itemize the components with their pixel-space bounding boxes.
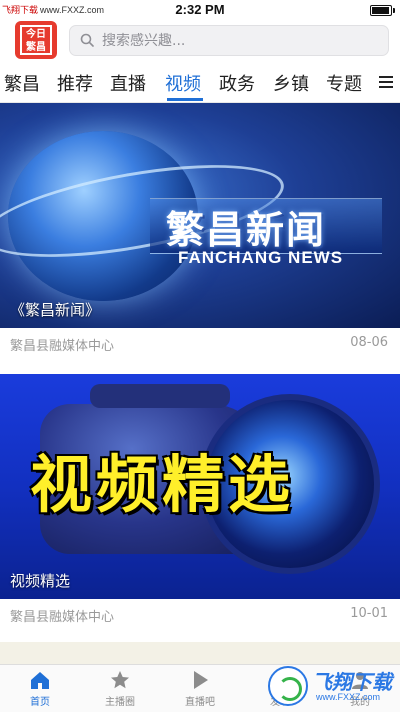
feed-item-partial[interactable] [0,642,400,664]
nav-live-label: 直播吧 [185,697,215,708]
logo-line-1: 今日 [26,29,46,40]
watermark-text: 飞翔下载 [312,670,392,694]
feed-item[interactable]: 视频精选 视频精选 繁昌县融媒体中心 10-01 [0,374,400,629]
nav-live[interactable]: 直播吧 [160,669,240,708]
logo-line-2: 繁昌 [26,42,46,53]
nav-home-label: 首页 [30,697,50,708]
video-meta: 繁昌县融媒体中心 10-01 [0,599,400,629]
menu-icon[interactable] [379,76,393,88]
watermark-logo-icon [268,666,308,706]
tab-towns[interactable]: 乡镇 [273,70,309,96]
thumbnail-heading-cn: 繁昌新闻 [166,207,327,252]
category-tabs: 繁昌 推荐 直播 视频 政务 乡镇 专题 [0,62,400,103]
video-title: 视频精选 [10,572,71,590]
video-source: 繁昌县融媒体中心 [10,339,115,354]
video-title: 《繁昌新闻》 [10,301,101,319]
video-date: 08-06 [350,335,388,350]
nav-anchors[interactable]: 主播圈 [80,669,160,708]
tab-recommended[interactable]: 推荐 [57,70,93,96]
watermark-url: www.FXXZ.com [316,692,381,702]
video-date: 10-01 [350,606,388,621]
tab-video[interactable]: 视频 [165,70,201,96]
star-icon [111,671,129,689]
video-source: 繁昌县融媒体中心 [10,610,115,625]
thumbnail-heading-cn: 视频精选 [30,448,295,521]
app-logo[interactable]: 今日 繁昌 [15,21,57,59]
app-logo-mark: 今日 繁昌 [20,25,52,55]
home-icon [31,672,49,689]
tab-fanchang[interactable]: 繁昌 [4,70,40,96]
video-thumbnail[interactable]: 视频精选 视频精选 [0,374,400,599]
thumbnail-heading-en: FANCHANG NEWS [178,248,344,267]
tab-topics[interactable]: 专题 [326,70,362,96]
app-header: 今日 繁昌 [0,20,400,62]
search-icon [80,33,94,47]
status-time: 2:32 PM [175,2,225,17]
battery-icon [370,5,395,16]
nav-home[interactable]: 首页 [0,669,80,708]
search-bar[interactable] [69,25,389,56]
feed-item[interactable]: 繁昌新闻 FANCHANG NEWS 《繁昌新闻》 繁昌县融媒体中心 08-06 [0,103,400,358]
video-thumbnail[interactable]: 繁昌新闻 FANCHANG NEWS 《繁昌新闻》 [0,103,400,328]
video-meta: 繁昌县融媒体中心 08-06 [0,328,400,358]
nav-anchors-label: 主播圈 [105,697,135,708]
tab-government[interactable]: 政务 [219,70,255,96]
status-bar: 飞翔下载 www.FXXZ.com 2:32 PM [0,0,400,20]
search-input[interactable] [102,26,372,55]
watermark: 飞翔下载 www.FXXZ.com [266,664,396,710]
tab-live[interactable]: 直播 [110,70,146,96]
play-icon [194,671,208,689]
active-tab-indicator [167,98,203,101]
camera-handle-graphic [90,384,230,408]
